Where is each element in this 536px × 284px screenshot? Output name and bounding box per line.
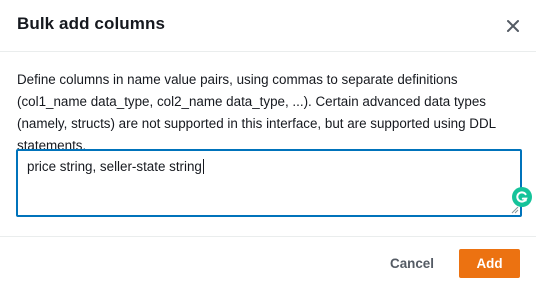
dialog-title: Bulk add columns bbox=[17, 14, 166, 33]
dialog-header: Bulk add columns bbox=[0, 0, 536, 52]
close-icon bbox=[507, 20, 519, 32]
grammarly-icon[interactable] bbox=[512, 187, 532, 207]
resize-handle-icon[interactable] bbox=[511, 206, 519, 214]
dialog-description: Define columns in name value pairs, usin… bbox=[17, 72, 496, 153]
textarea-value: price string, seller-state string bbox=[27, 159, 202, 174]
dialog-footer: Cancel Add bbox=[0, 236, 536, 284]
close-button[interactable] bbox=[502, 15, 524, 37]
bulk-add-columns-dialog: Bulk add columns Define columns in name … bbox=[0, 0, 536, 284]
cancel-button[interactable]: Cancel bbox=[378, 249, 446, 279]
add-button[interactable]: Add bbox=[459, 249, 520, 278]
columns-textarea[interactable]: price string, seller-state string bbox=[16, 149, 532, 217]
text-caret bbox=[202, 159, 204, 174]
